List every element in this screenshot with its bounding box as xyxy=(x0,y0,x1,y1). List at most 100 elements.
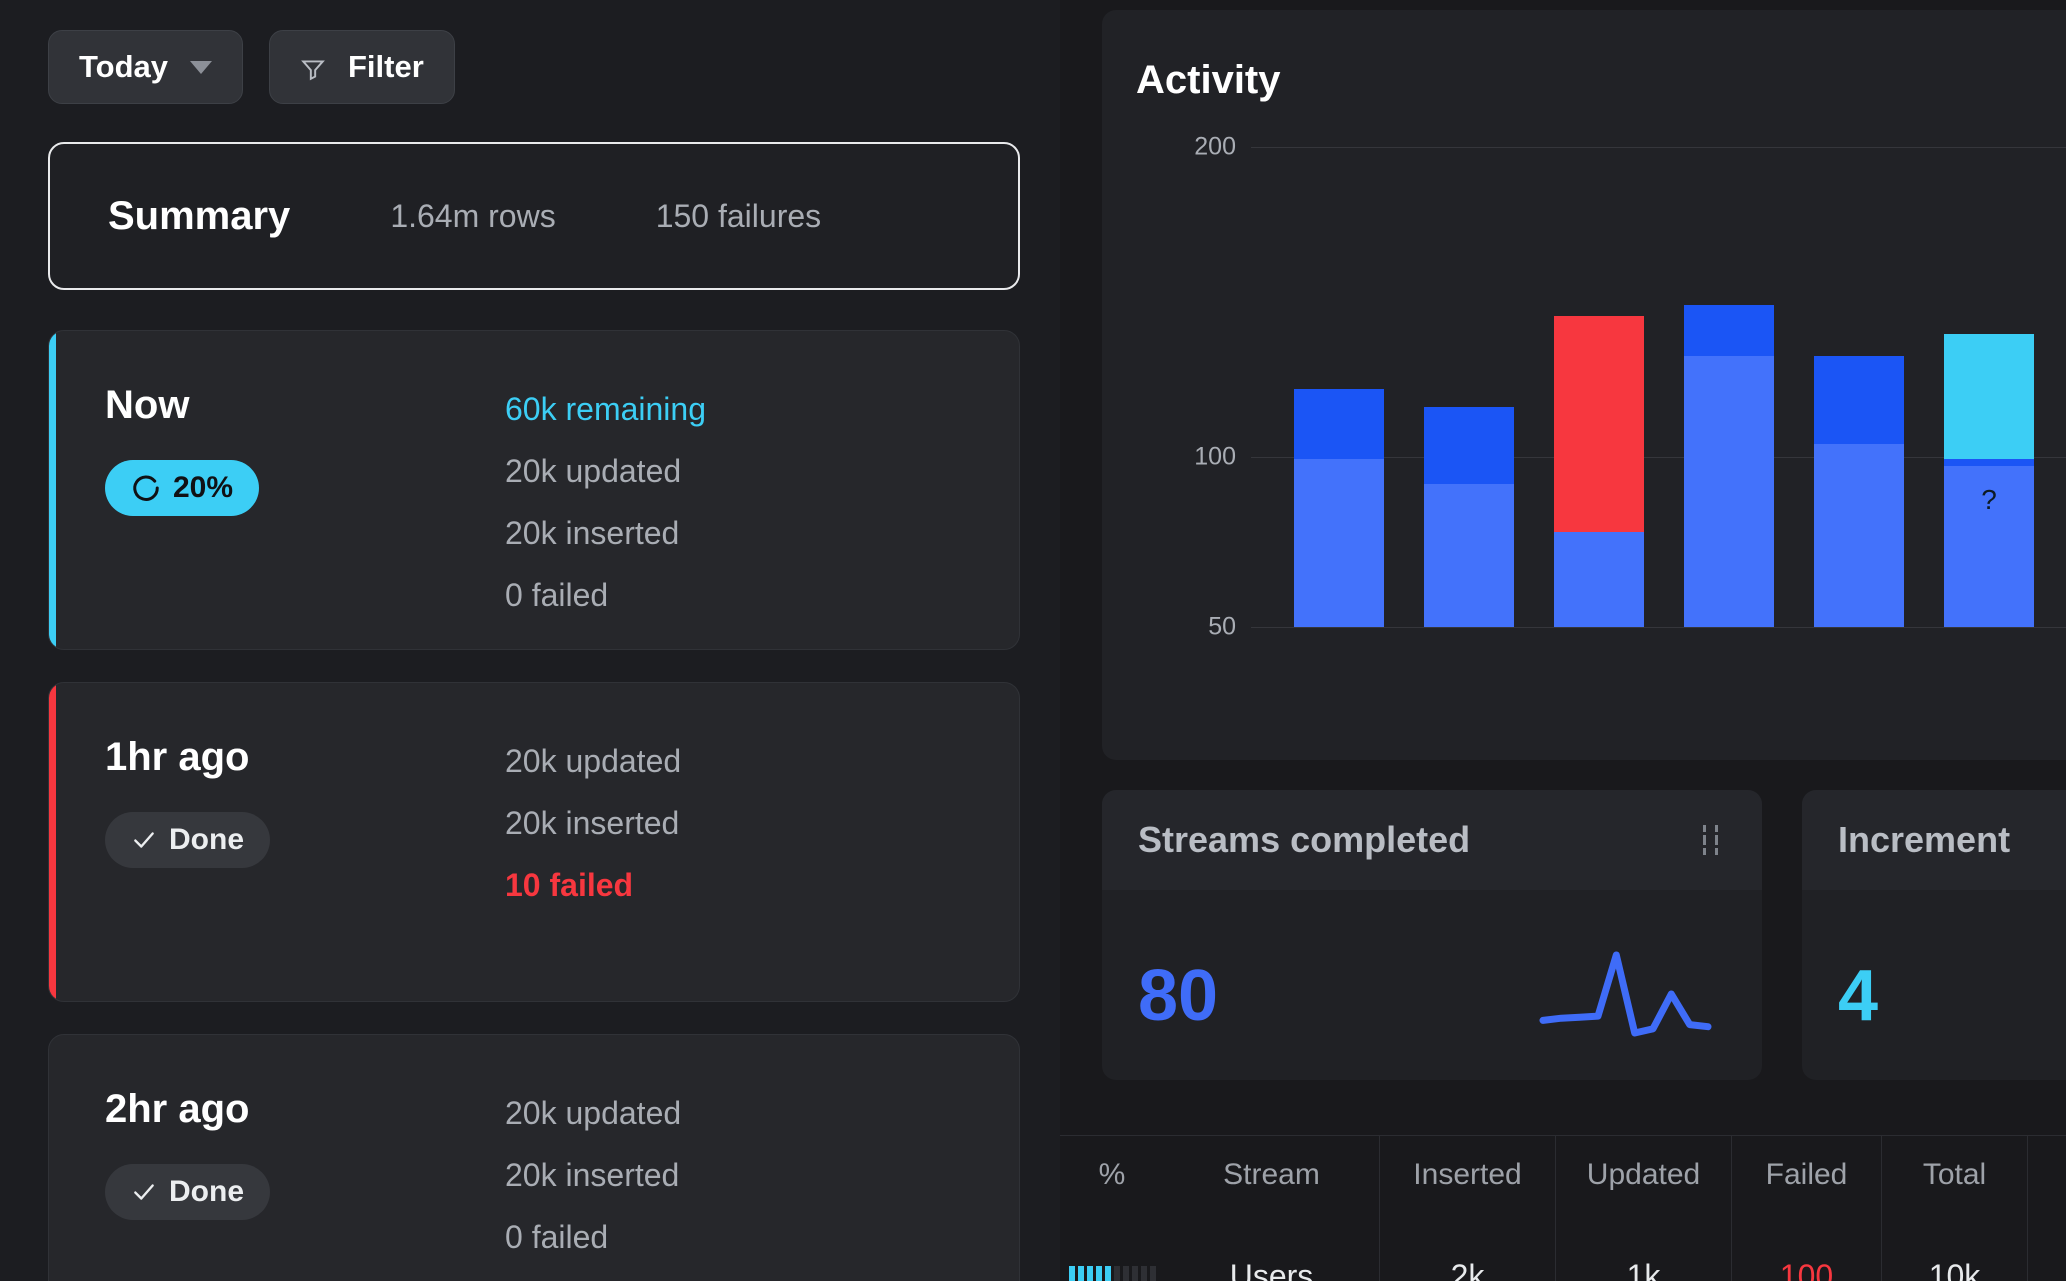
status-badge[interactable]: 20% xyxy=(105,460,259,516)
updated-count: 20k updated xyxy=(505,737,1019,785)
chart-bar-segment-lower xyxy=(1554,532,1644,627)
status-badge[interactable]: Done xyxy=(105,812,270,868)
chart-bar[interactable] xyxy=(1294,389,1384,627)
sparkline-chart xyxy=(1538,941,1718,1051)
table-cell xyxy=(2028,1220,2066,1281)
table-row[interactable]: Users2k1k10010k xyxy=(1060,1220,2066,1281)
kpi-body: 80 xyxy=(1102,890,1762,1080)
check-icon xyxy=(131,1179,157,1205)
table-cell: 100 xyxy=(1732,1220,1882,1281)
table-cell-value xyxy=(2028,1242,2066,1258)
timeline-card-right: 20k updated 20k inserted 0 failed xyxy=(505,1087,1019,1281)
y-axis-tick: 100 xyxy=(1146,443,1236,472)
table-column-header: Updated xyxy=(1556,1158,1731,1192)
kpi-body: 4 xyxy=(1802,890,2066,1080)
failed-count: 0 failed xyxy=(505,571,1019,619)
percent-meter-segment xyxy=(1087,1266,1093,1281)
timeline-card-left: 2hr ago Done xyxy=(105,1087,505,1281)
activity-title: Activity xyxy=(1136,58,2066,103)
inserted-count: 20k inserted xyxy=(505,799,1019,847)
filter-button[interactable]: Filter xyxy=(269,30,455,104)
dashboard-root: Today Filter Summary 1.64m rows 150 fail… xyxy=(0,0,2066,1281)
check-icon xyxy=(131,827,157,853)
filter-label: Filter xyxy=(348,49,424,85)
table-cell-value: 1k xyxy=(1556,1242,1731,1281)
chevron-down-icon xyxy=(190,61,212,74)
status-badge[interactable]: Done xyxy=(105,1164,270,1220)
chart-bar[interactable] xyxy=(1814,356,1904,627)
table-header-cell[interactable]: Updated xyxy=(1556,1136,1732,1220)
kpi-header: Increment xyxy=(1802,790,2066,890)
y-axis-tick: 200 xyxy=(1146,133,1236,162)
timeline-card-2hr[interactable]: 2hr ago Done 20k updated 20k inserted 0 … xyxy=(48,1034,1020,1281)
date-range-dropdown[interactable]: Today xyxy=(48,30,243,104)
left-panel: Today Filter Summary 1.64m rows 150 fail… xyxy=(0,0,1060,1281)
y-axis-tick: 50 xyxy=(1146,613,1236,642)
percent-meter-segment xyxy=(1096,1266,1102,1281)
table-header-cell[interactable]: T xyxy=(2028,1136,2066,1220)
table-header-cell[interactable]: Failed xyxy=(1732,1136,1882,1220)
percent-meter-segment xyxy=(1123,1266,1129,1281)
summary-rows: 1.64m rows xyxy=(390,198,555,235)
kpi-value: 80 xyxy=(1138,960,1218,1032)
chart-bar-segment-upper xyxy=(1424,407,1514,484)
status-accent-bar xyxy=(49,683,56,1001)
updated-count: 20k updated xyxy=(505,447,1019,495)
chart-bar-segment-upper xyxy=(1294,389,1384,459)
chart-bar-annotation: ? xyxy=(1944,484,2034,516)
drag-handle-icon[interactable] xyxy=(1700,823,1722,857)
streams-table: %StreamInsertedUpdatedFailedTotalT Users… xyxy=(1060,1135,2066,1281)
table-cell: 1k xyxy=(1556,1220,1732,1281)
inserted-count: 20k inserted xyxy=(505,509,1019,557)
percent-meter-segment xyxy=(1150,1266,1156,1281)
status-accent-bar xyxy=(49,331,56,649)
summary-title: Summary xyxy=(108,194,290,239)
chart-bar-segment-unknown xyxy=(1944,334,2034,458)
percent-meter-segment xyxy=(1078,1266,1084,1281)
table-column-header: Inserted xyxy=(1380,1158,1555,1192)
updated-count: 20k updated xyxy=(505,1089,1019,1137)
percent-meter-segment xyxy=(1114,1266,1120,1281)
percent-meter-segment xyxy=(1141,1266,1147,1281)
percent-meter-segment xyxy=(1132,1266,1138,1281)
kpi-card-streams-completed[interactable]: Streams completed 80 xyxy=(1102,790,1762,1080)
chart-bar[interactable]: ? xyxy=(1944,334,2034,627)
kpi-card-increment[interactable]: Increment 4 xyxy=(1802,790,2066,1080)
chart-bar[interactable] xyxy=(1554,316,1644,627)
summary-card[interactable]: Summary 1.64m rows 150 failures xyxy=(48,142,1020,290)
kpi-value: 4 xyxy=(1838,960,1878,1032)
timeline-card-1hr[interactable]: 1hr ago Done 20k updated 20k inserted 10… xyxy=(48,682,1020,1002)
table-header-cell[interactable]: Inserted xyxy=(1380,1136,1556,1220)
timeline-title: 1hr ago xyxy=(105,735,505,780)
spinner-icon xyxy=(131,473,161,503)
timeline-title: 2hr ago xyxy=(105,1087,505,1132)
table-cell-value: 2k xyxy=(1380,1242,1555,1281)
date-range-label: Today xyxy=(79,49,168,85)
table-cell: 2k xyxy=(1380,1220,1556,1281)
timeline-title: Now xyxy=(105,383,505,428)
chart-bar-segment-lower xyxy=(1684,356,1774,627)
table-cell-value: 100 xyxy=(1732,1242,1881,1281)
inserted-count: 20k inserted xyxy=(505,1151,1019,1199)
kpi-title: Increment xyxy=(1838,819,2010,861)
timeline-card-now[interactable]: Now 20% 60k remaining 20k updated 20k in… xyxy=(48,330,1020,650)
chart-bar[interactable] xyxy=(1424,407,1514,627)
timeline-card-left: 1hr ago Done xyxy=(105,735,505,1001)
status-badge-label: Done xyxy=(169,823,244,857)
table-column-header: % xyxy=(1060,1158,1164,1192)
table-header-cell[interactable]: Stream xyxy=(1164,1136,1380,1220)
table-header-cell[interactable]: % xyxy=(1060,1136,1164,1220)
kpi-row: Streams completed 80 xyxy=(1102,790,2066,1080)
activity-bar-chart[interactable]: 20010050? xyxy=(1146,137,2066,637)
kpi-title: Streams completed xyxy=(1138,819,1470,861)
failed-count: 10 failed xyxy=(505,861,1019,909)
percent-meter xyxy=(1060,1242,1164,1281)
status-badge-label: 20% xyxy=(173,471,233,505)
chart-bar-segment-upper xyxy=(1944,459,2034,466)
table-header-cell[interactable]: Total xyxy=(1882,1136,2028,1220)
remaining-count: 60k remaining xyxy=(505,385,1019,433)
table-cell: 10k xyxy=(1882,1220,2028,1281)
activity-card: Activity 20010050? xyxy=(1102,10,2066,760)
chart-bar[interactable] xyxy=(1684,305,1774,627)
chart-bar-segment-failed xyxy=(1554,316,1644,532)
